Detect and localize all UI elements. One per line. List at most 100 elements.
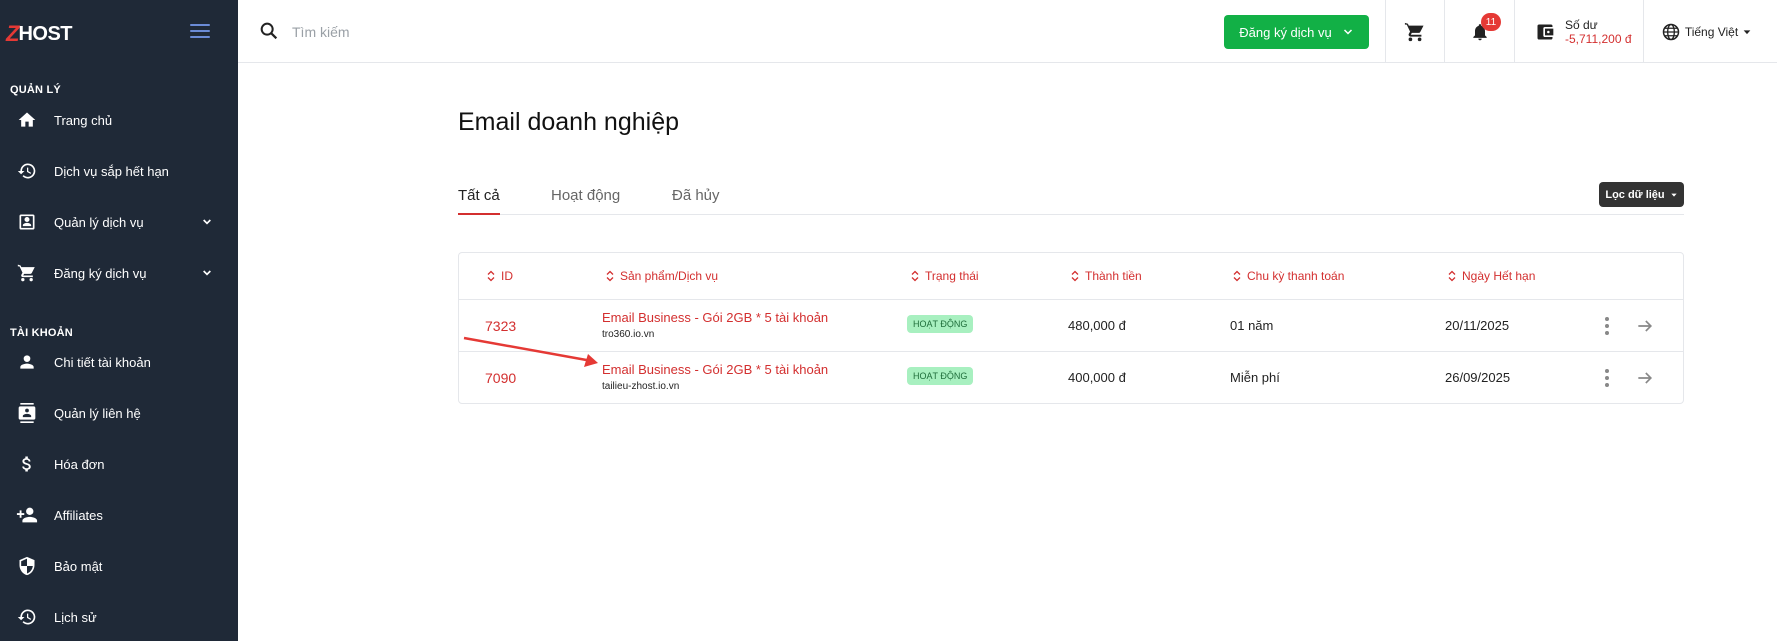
sort-icon	[911, 270, 919, 282]
row-id[interactable]: 7323	[485, 318, 516, 334]
sidebar-item-contacts[interactable]: Quản lý liên hệ	[0, 393, 238, 433]
tab-bar: Tất cả Hoạt động Đã hủy	[458, 182, 1684, 215]
sidebar-item-label: Dịch vụ sắp hết hạn	[54, 163, 169, 179]
filter-label: Lọc dữ liệu	[1605, 188, 1665, 201]
row-status: HOẠT ĐỘNG	[907, 367, 974, 385]
person-icon	[16, 351, 38, 373]
sidebar-item-label: Affiliates	[54, 507, 103, 523]
sidebar-item-register-services[interactable]: Đăng ký dịch vụ	[0, 253, 238, 293]
wallet-icon	[1537, 24, 1554, 39]
sidebar-item-affiliates[interactable]: Affiliates	[0, 495, 238, 535]
dollar-icon	[16, 453, 38, 475]
page-title: Email doanh nghiệp	[458, 108, 679, 136]
search-icon[interactable]	[258, 20, 280, 42]
sidebar-item-manage-services[interactable]: Quản lý dịch vụ	[0, 202, 238, 242]
history-icon	[16, 160, 38, 182]
shield-icon	[16, 555, 38, 577]
table-row[interactable]: 7323 Email Business - Gói 2GB * 5 tài kh…	[459, 300, 1683, 352]
sidebar-item-label: Hóa đơn	[54, 456, 105, 472]
row-product[interactable]: Email Business - Gói 2GB * 5 tài khoản t…	[602, 310, 828, 340]
filter-button[interactable]: Lọc dữ liệu	[1599, 182, 1684, 207]
product-name[interactable]: Email Business - Gói 2GB * 5 tài khoản	[602, 362, 828, 377]
sidebar-item-invoices[interactable]: Hóa đơn	[0, 444, 238, 484]
cart-button[interactable]	[1385, 0, 1444, 63]
row-cycle: 01 năm	[1230, 318, 1274, 333]
tab-active[interactable]: Hoạt động	[551, 187, 620, 215]
chevron-down-icon	[203, 219, 211, 225]
row-product[interactable]: Email Business - Gói 2GB * 5 tài khoản t…	[602, 362, 828, 392]
arrow-right-icon[interactable]	[1635, 368, 1655, 388]
column-header-id[interactable]: ID	[487, 269, 513, 283]
sidebar-item-security[interactable]: Bảo mật	[0, 546, 238, 586]
sidebar-item-account-details[interactable]: Chi tiết tài khoản	[0, 342, 238, 382]
notifications-button[interactable]: 11	[1444, 0, 1514, 63]
brand-z: Z	[6, 21, 19, 46]
sidebar-item-label: Quản lý dịch vụ	[54, 214, 144, 230]
language-selector[interactable]: Tiếng Việt	[1643, 0, 1769, 63]
account-box-icon	[16, 211, 38, 233]
column-header-label: Trạng thái	[925, 269, 979, 283]
sort-icon	[487, 270, 495, 282]
row-amount: 400,000 đ	[1068, 370, 1126, 385]
sidebar-item-expiring[interactable]: Dịch vụ sắp hết hạn	[0, 151, 238, 191]
sidebar-item-label: Quản lý liên hệ	[54, 405, 141, 421]
sort-icon	[1448, 270, 1456, 282]
column-header-status[interactable]: Trạng thái	[911, 269, 979, 283]
balance-label: Số dư	[1565, 17, 1598, 32]
caret-down-icon	[1670, 193, 1677, 197]
sort-icon	[1071, 270, 1079, 282]
menu-toggle-icon[interactable]	[190, 24, 210, 40]
row-cycle: Miễn phí	[1230, 370, 1280, 385]
balance-value: -5,711,200 đ	[1565, 31, 1632, 46]
register-service-label: Đăng ký dịch vụ	[1239, 24, 1332, 40]
column-header-expiry[interactable]: Ngày Hết hạn	[1448, 269, 1535, 283]
chevron-down-icon	[1343, 29, 1352, 35]
column-header-label: Sản phẩm/Dịch vụ	[620, 269, 719, 283]
brand-logo[interactable]: Z HOST	[6, 21, 73, 46]
topbar: Đăng ký dịch vụ 11 Số dư -5,711,200 đ Ti…	[238, 0, 1777, 63]
sidebar-item-history[interactable]: Lịch sử	[0, 597, 238, 637]
tab-cancelled[interactable]: Đã hủy	[672, 187, 720, 215]
notification-badge: 11	[1481, 13, 1501, 31]
search-input[interactable]	[292, 18, 692, 46]
column-header-label: Ngày Hết hạn	[1462, 269, 1536, 283]
status-badge: HOẠT ĐỘNG	[907, 367, 974, 385]
sidebar-item-label: Trang chủ	[54, 112, 113, 128]
caret-down-icon	[1743, 29, 1751, 34]
section-title-manage: QUẢN LÝ	[10, 84, 61, 96]
sidebar-item-label: Bảo mật	[54, 558, 103, 574]
app-root: Z HOST QUẢN LÝ Trang chủ Dịch vụ sắp hết…	[0, 0, 1777, 641]
row-amount: 480,000 đ	[1068, 318, 1126, 333]
arrow-right-icon[interactable]	[1635, 316, 1655, 336]
row-id[interactable]: 7090	[485, 370, 516, 386]
sidebar-item-label: Lịch sử	[54, 609, 97, 625]
product-name[interactable]: Email Business - Gói 2GB * 5 tài khoản	[602, 310, 828, 325]
table-row[interactable]: 7090 Email Business - Gói 2GB * 5 tài kh…	[459, 352, 1683, 404]
column-header-product[interactable]: Sản phẩm/Dịch vụ	[606, 269, 718, 283]
contacts-icon	[16, 402, 38, 424]
row-expiry: 26/09/2025	[1445, 370, 1511, 385]
section-title-account: TÀI KHOẢN	[10, 327, 73, 339]
tab-all[interactable]: Tất cả	[458, 187, 500, 215]
row-expiry: 20/11/2025	[1445, 318, 1510, 333]
balance-widget[interactable]: Số dư -5,711,200 đ	[1514, 0, 1643, 63]
product-domain: tro360.io.vn	[602, 329, 655, 340]
sort-icon	[1233, 270, 1241, 282]
language-label: Tiếng Việt	[1684, 24, 1739, 39]
table-header: ID Sản phẩm/Dịch vụ Trạng thái Thành tiề…	[459, 253, 1683, 300]
product-domain: tailieu-zhost.io.vn	[602, 381, 680, 392]
column-header-label: Chu kỳ thanh toán	[1247, 269, 1345, 283]
sidebar-item-label: Đăng ký dịch vụ	[54, 265, 147, 281]
more-vert-icon[interactable]	[1603, 368, 1611, 388]
sidebar: Z HOST QUẢN LÝ Trang chủ Dịch vụ sắp hết…	[0, 0, 238, 641]
column-header-cycle[interactable]: Chu kỳ thanh toán	[1233, 269, 1344, 283]
column-header-amount[interactable]: Thành tiền	[1071, 269, 1142, 283]
register-service-button[interactable]: Đăng ký dịch vụ	[1224, 15, 1369, 49]
more-vert-icon[interactable]	[1603, 316, 1611, 336]
home-icon	[16, 109, 38, 131]
person-add-icon	[16, 504, 38, 526]
globe-icon	[1662, 23, 1680, 40]
sidebar-item-home[interactable]: Trang chủ	[0, 100, 238, 140]
sort-icon	[606, 270, 614, 282]
history-icon	[16, 606, 38, 628]
